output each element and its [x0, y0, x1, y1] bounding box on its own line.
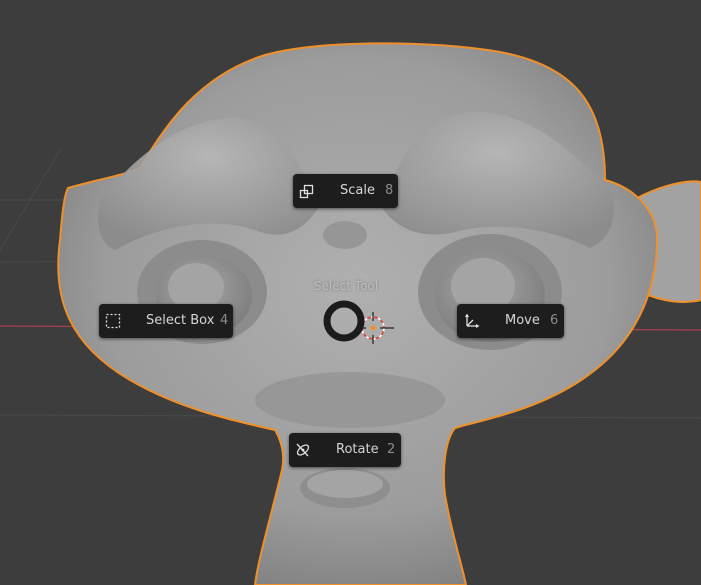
pie-item-select-box-shortcut: 4: [220, 313, 229, 328]
pie-item-move-shortcut: 6: [550, 313, 559, 328]
pie-item-move-label: Move: [505, 313, 540, 328]
pie-item-scale-shortcut: 8: [385, 183, 394, 198]
scale-icon: [299, 184, 314, 199]
pie-item-rotate-shortcut: 2: [387, 442, 396, 457]
pie-item-scale[interactable]: Scale 8: [293, 174, 398, 208]
rotate-icon: [296, 443, 310, 457]
pie-item-scale-label: Scale: [340, 183, 375, 198]
select-box-icon: [105, 313, 121, 329]
pie-item-rotate[interactable]: Rotate 2: [289, 433, 401, 467]
pie-item-rotate-label: Rotate: [336, 442, 379, 457]
move-icon: [465, 313, 480, 328]
pie-item-move[interactable]: Move 6: [457, 304, 564, 338]
pie-item-select-box-label: Select Box: [146, 313, 215, 328]
pie-item-select-box[interactable]: Select Box 4: [99, 304, 233, 338]
pie-menu-title: Select Tool: [313, 279, 379, 293]
